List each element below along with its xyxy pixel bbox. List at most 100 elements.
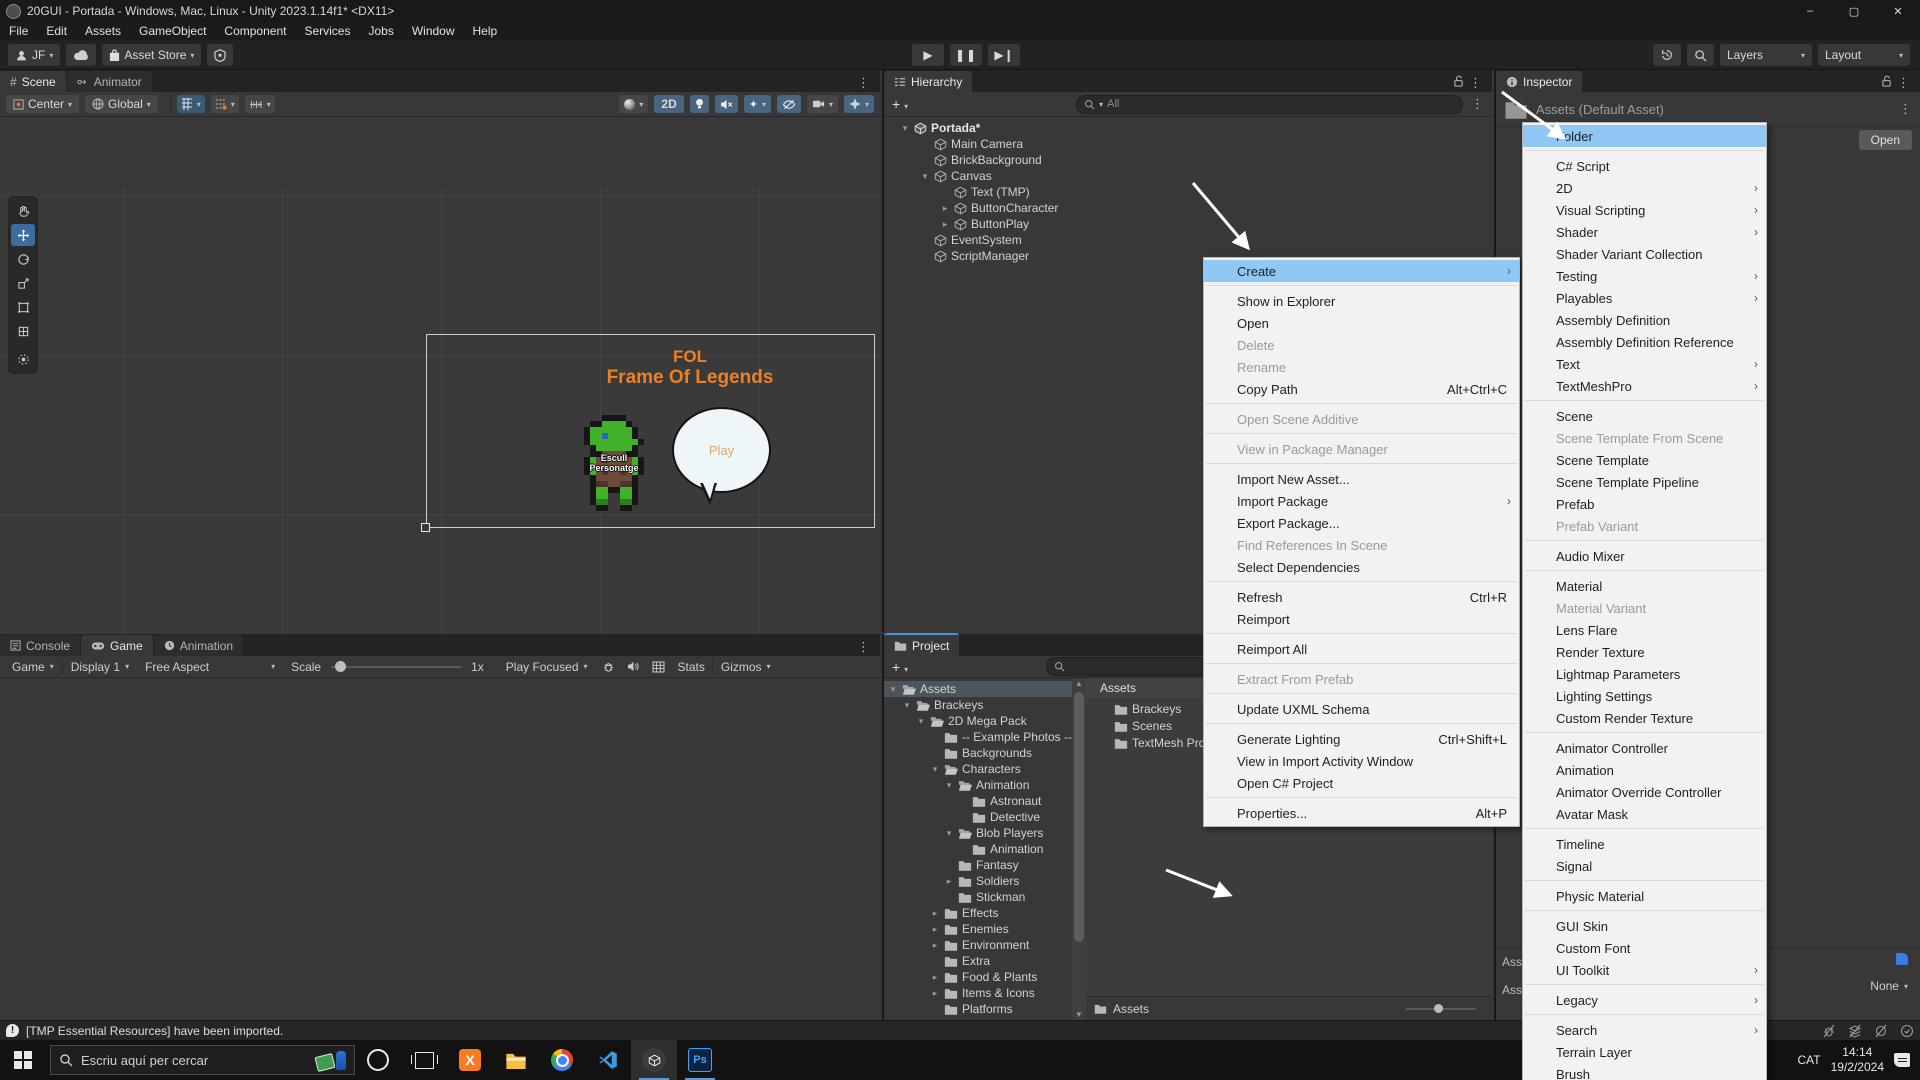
display-target-dropdown[interactable]: Display 1▾ bbox=[63, 660, 137, 674]
tab-animator[interactable]: Animator bbox=[67, 71, 152, 92]
menu-item-custom-font[interactable]: Custom Font bbox=[1523, 937, 1766, 959]
menu-item-avatar-mask[interactable]: Avatar Mask bbox=[1523, 803, 1766, 825]
scene-viewport[interactable]: FOLFrame Of Legends EscullPersonatge Pla… bbox=[0, 187, 880, 702]
menu-file[interactable]: File bbox=[0, 24, 37, 38]
icon-size-slider[interactable] bbox=[1406, 1008, 1476, 1010]
menu-item-render-texture[interactable]: Render Texture bbox=[1523, 641, 1766, 663]
tab-scene[interactable]: #Scene bbox=[0, 71, 66, 92]
step-button[interactable]: ▶❙ bbox=[988, 44, 1020, 66]
menu-gameobject[interactable]: GameObject bbox=[130, 24, 215, 38]
game-panel-menu-icon[interactable]: ⋮ bbox=[857, 639, 870, 655]
audio-mute-toggle[interactable] bbox=[715, 95, 738, 113]
cloud-button[interactable] bbox=[66, 44, 96, 66]
hierarchy-lock-icon[interactable] bbox=[1453, 75, 1464, 87]
menu-item-visual-scripting[interactable]: Visual Scripting› bbox=[1523, 199, 1766, 221]
asset-bundle-none-dropdown[interactable]: None▾ bbox=[1870, 979, 1908, 993]
menu-item-refresh[interactable]: RefreshCtrl+R bbox=[1204, 586, 1519, 608]
menu-item-search[interactable]: Search› bbox=[1523, 1019, 1766, 1041]
menu-item-assembly-definition-reference[interactable]: Assembly Definition Reference bbox=[1523, 331, 1766, 353]
menu-item-lens-flare[interactable]: Lens Flare bbox=[1523, 619, 1766, 641]
asset-item-textmesh-pro[interactable]: TextMesh Pro bbox=[1114, 736, 1205, 750]
hierarchy-item-canvas[interactable]: ▾Canvas bbox=[920, 169, 992, 183]
menu-item-gui-skin[interactable]: GUI Skin bbox=[1523, 915, 1766, 937]
menu-item-reimport[interactable]: Reimport bbox=[1204, 608, 1519, 630]
visibility-toggle[interactable] bbox=[777, 95, 801, 113]
project-folder-items-icons[interactable]: ▸Items & Icons bbox=[884, 985, 1072, 1001]
hierarchy-menu-icon[interactable]: ⋮ bbox=[1469, 75, 1482, 91]
menu-window[interactable]: Window bbox=[403, 24, 464, 38]
hierarchy-item-buttonplay[interactable]: ▸ButtonPlay bbox=[940, 217, 1029, 231]
menu-item-terrain-layer[interactable]: Terrain Layer bbox=[1523, 1041, 1766, 1063]
tab-console[interactable]: Console bbox=[0, 635, 80, 656]
hierarchy-search-input[interactable]: ▾All bbox=[1076, 95, 1463, 114]
menu-item-text[interactable]: Text› bbox=[1523, 353, 1766, 375]
refresh-muted-icon[interactable] bbox=[1874, 1024, 1888, 1038]
menu-item-shader[interactable]: Shader› bbox=[1523, 221, 1766, 243]
menu-item-animation[interactable]: Animation bbox=[1523, 759, 1766, 781]
menu-item-create[interactable]: Create› bbox=[1204, 260, 1519, 282]
taskbar-app-photoshop[interactable]: Ps bbox=[677, 1040, 723, 1080]
vsync-grid-icon[interactable] bbox=[646, 661, 671, 673]
taskbar-app-task-view[interactable] bbox=[401, 1040, 447, 1080]
project-folder-detective[interactable]: Detective bbox=[884, 809, 1072, 825]
close-button[interactable]: ✕ bbox=[1876, 0, 1920, 22]
start-button[interactable] bbox=[0, 1040, 46, 1080]
camera-dropdown[interactable]: ▾ bbox=[807, 95, 838, 113]
menu-item-lightmap-parameters[interactable]: Lightmap Parameters bbox=[1523, 663, 1766, 685]
menu-item-2d[interactable]: 2D› bbox=[1523, 177, 1766, 199]
menu-item-custom-render-texture[interactable]: Custom Render Texture bbox=[1523, 707, 1766, 729]
menu-item-open[interactable]: Open bbox=[1204, 312, 1519, 334]
menu-help[interactable]: Help bbox=[464, 24, 507, 38]
project-folder-animation[interactable]: ▾Animation bbox=[884, 777, 1072, 793]
badge-button[interactable] bbox=[207, 44, 233, 66]
gizmo-dropdown[interactable]: ▾ bbox=[844, 95, 874, 113]
play-speech-bubble[interactable]: Play bbox=[672, 407, 771, 493]
tab-game[interactable]: Game bbox=[81, 635, 153, 656]
menu-item-signal[interactable]: Signal bbox=[1523, 855, 1766, 877]
layers-dropdown[interactable]: Layers▾ bbox=[1720, 44, 1812, 66]
menu-item-generate-lighting[interactable]: Generate LightingCtrl+Shift+L bbox=[1204, 728, 1519, 750]
menu-item-scene-template[interactable]: Scene Template bbox=[1523, 449, 1766, 471]
menu-item-assembly-definition[interactable]: Assembly Definition bbox=[1523, 309, 1766, 331]
maximize-button[interactable]: ▢ bbox=[1832, 0, 1876, 22]
menu-item-open-c-project[interactable]: Open C# Project bbox=[1204, 772, 1519, 794]
grid-snap-toggle[interactable]: ▾ bbox=[177, 95, 205, 113]
gizmos-dropdown[interactable]: Gizmos▾ bbox=[712, 660, 779, 674]
menu-item-select-dependencies[interactable]: Select Dependencies bbox=[1204, 556, 1519, 578]
menu-component[interactable]: Component bbox=[215, 24, 295, 38]
project-folder-brackeys[interactable]: ▾Brackeys bbox=[884, 697, 1072, 713]
hierarchy-item-buttoncharacter[interactable]: ▸ButtonCharacter bbox=[940, 201, 1058, 215]
menu-item-ui-toolkit[interactable]: UI Toolkit› bbox=[1523, 959, 1766, 981]
minimize-button[interactable]: – bbox=[1788, 0, 1832, 22]
inspector-header-menu-icon[interactable]: ⋮ bbox=[1899, 101, 1912, 117]
project-add-button[interactable]: + ▾ bbox=[892, 659, 908, 675]
menu-edit[interactable]: Edit bbox=[37, 24, 76, 38]
project-folder-astronaut[interactable]: Astronaut bbox=[884, 793, 1072, 809]
menu-item-animator-controller[interactable]: Animator Controller bbox=[1523, 737, 1766, 759]
project-folder-effects[interactable]: ▸Effects bbox=[884, 905, 1072, 921]
menu-item-testing[interactable]: Testing› bbox=[1523, 265, 1766, 287]
menu-item-material[interactable]: Material bbox=[1523, 575, 1766, 597]
play-focused-dropdown[interactable]: Play Focused▾ bbox=[498, 660, 596, 674]
menu-item-legacy[interactable]: Legacy› bbox=[1523, 989, 1766, 1011]
hierarchy-toolbar-menu-icon[interactable]: ⋮ bbox=[1471, 96, 1484, 112]
shading-mode-dropdown[interactable]: ▾ bbox=[619, 95, 648, 113]
2d-toggle[interactable]: 2D bbox=[654, 95, 683, 113]
taskbar-app-unity[interactable] bbox=[631, 1040, 677, 1080]
pivot-mode-dropdown[interactable]: Center▾ bbox=[6, 95, 79, 113]
project-tree-scrollbar[interactable]: ▲ ▼ bbox=[1072, 678, 1086, 1020]
game-display-mode-dropdown[interactable]: Game▾ bbox=[4, 660, 62, 674]
frame-debugger-bug-icon[interactable] bbox=[596, 660, 621, 673]
aspect-ratio-dropdown[interactable]: Free Aspect▾ bbox=[137, 660, 283, 674]
menu-item-shader-variant-collection[interactable]: Shader Variant Collection bbox=[1523, 243, 1766, 265]
project-folder-environment[interactable]: ▸Environment bbox=[884, 937, 1072, 953]
play-button[interactable]: ▶ bbox=[912, 44, 944, 66]
inspector-menu-icon[interactable]: ⋮ bbox=[1897, 75, 1910, 91]
tab-project[interactable]: Project bbox=[884, 633, 959, 656]
menu-item-brush[interactable]: Brush bbox=[1523, 1063, 1766, 1080]
transform-tool-button[interactable] bbox=[11, 320, 35, 342]
project-folder-soldiers[interactable]: ▸Soldiers bbox=[884, 873, 1072, 889]
hierarchy-item-text-tmp-[interactable]: Text (TMP) bbox=[940, 185, 1030, 199]
menu-item-folder[interactable]: Folder bbox=[1523, 125, 1766, 147]
hierarchy-add-button[interactable]: + ▾ bbox=[892, 96, 908, 112]
